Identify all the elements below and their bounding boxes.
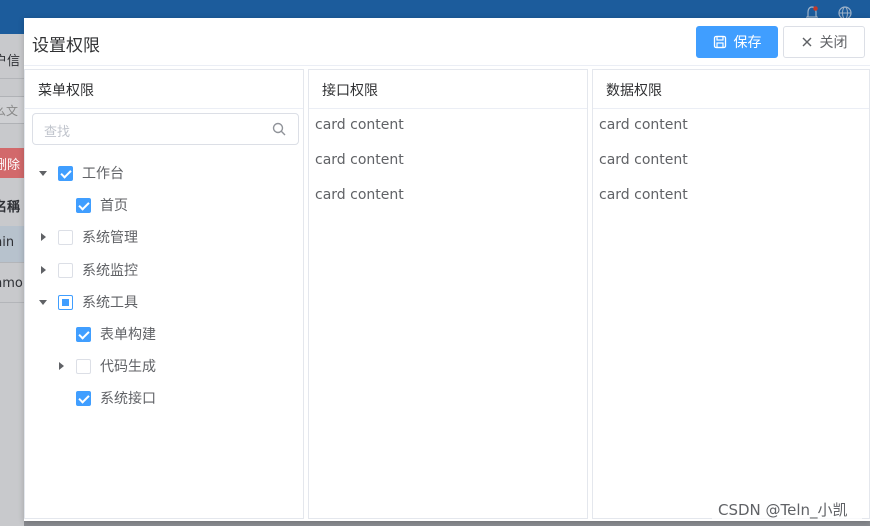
- tree-node[interactable]: 代码生成: [56, 352, 156, 380]
- tree-node-label: 系统管理: [82, 230, 138, 246]
- dialog-header: 设置权限 保存 关闭: [24, 18, 870, 66]
- tree-node-label: 系统接口: [100, 391, 156, 407]
- tree-node[interactable]: 系统工具: [38, 288, 138, 316]
- tree-node-label: 表单构建: [100, 327, 156, 343]
- tree-node[interactable]: 首页: [56, 191, 128, 219]
- card-content: card content: [315, 117, 404, 133]
- dialog-title: 设置权限: [32, 36, 100, 56]
- tree-node[interactable]: 工作台: [38, 159, 124, 187]
- panel-title: 菜单权限: [25, 70, 303, 109]
- bg-divider: [0, 262, 24, 263]
- bg-text: 名稱: [0, 200, 21, 215]
- tree-node[interactable]: 系统接口: [56, 384, 156, 412]
- bg-divider: [0, 302, 24, 303]
- watermark: CSDN @Teln_小凯: [718, 501, 848, 519]
- caret-right-icon[interactable]: [38, 265, 48, 275]
- panel-title: 数据权限: [593, 70, 869, 109]
- data-permission-panel: 数据权限 card content card content card cont…: [592, 69, 870, 519]
- tree-node-checkbox[interactable]: [58, 229, 73, 245]
- panel-title: 接口权限: [309, 70, 587, 109]
- tree-node-label: 代码生成: [100, 359, 156, 375]
- tree-node-checkbox[interactable]: [58, 165, 73, 181]
- search-placeholder: 查找: [44, 125, 71, 140]
- card-content: card content: [315, 152, 404, 168]
- close-button[interactable]: 关闭: [783, 26, 865, 58]
- caret-down-icon[interactable]: [38, 168, 48, 178]
- card-content: card content: [599, 187, 688, 203]
- background-page-fragment: 户信 么文 删除 名稱 nin nmo: [0, 34, 24, 526]
- tree-node[interactable]: 表单构建: [56, 320, 156, 348]
- menu-permission-panel: 菜单权限 查找 工作台首页系统管理系统监控系统工具表单构建代码生成系统接口: [24, 69, 304, 519]
- tree-node-label: 工作台: [82, 166, 124, 182]
- bg-divider: [0, 78, 24, 79]
- bg-text: 户信: [0, 54, 21, 69]
- tree-node-label: 首页: [100, 198, 128, 214]
- save-label: 保存: [733, 35, 762, 51]
- bg-text: nin: [0, 235, 15, 250]
- tree-node-checkbox[interactable]: [76, 390, 91, 406]
- card-content: card content: [599, 117, 688, 133]
- bg-text: 么文: [0, 104, 19, 118]
- caret-right-icon[interactable]: [38, 232, 48, 242]
- tree-node-label: 系统工具: [82, 295, 138, 311]
- tree-node[interactable]: 系统管理: [38, 223, 138, 251]
- search-icon: [272, 122, 286, 136]
- close-label: 关闭: [819, 35, 848, 51]
- save-button[interactable]: 保存: [696, 26, 778, 58]
- tree-node-label: 系统监控: [82, 263, 138, 279]
- tree-node-checkbox[interactable]: [76, 358, 91, 374]
- caret-right-icon[interactable]: [56, 361, 66, 371]
- tree-node-checkbox[interactable]: [58, 294, 73, 310]
- tree-node-checkbox[interactable]: [76, 326, 91, 342]
- caret-down-icon[interactable]: [38, 297, 48, 307]
- api-permission-panel: 接口权限 card content card content card cont…: [308, 69, 588, 519]
- card-content: card content: [315, 187, 404, 203]
- tree-node[interactable]: 系统监控: [38, 256, 138, 284]
- search-input[interactable]: 查找: [32, 113, 299, 145]
- tree-node-checkbox[interactable]: [76, 197, 91, 213]
- card-content: card content: [599, 152, 688, 168]
- close-icon: [802, 37, 811, 47]
- tree-node-checkbox[interactable]: [58, 262, 73, 278]
- bg-text: 删除: [0, 158, 21, 173]
- permission-dialog: 设置权限 保存 关闭 菜单权限 查找 工作台 首页 系统管理系统监控 系统工具 …: [24, 18, 870, 521]
- save-icon: [713, 35, 726, 49]
- bg-text: nmo: [0, 276, 23, 291]
